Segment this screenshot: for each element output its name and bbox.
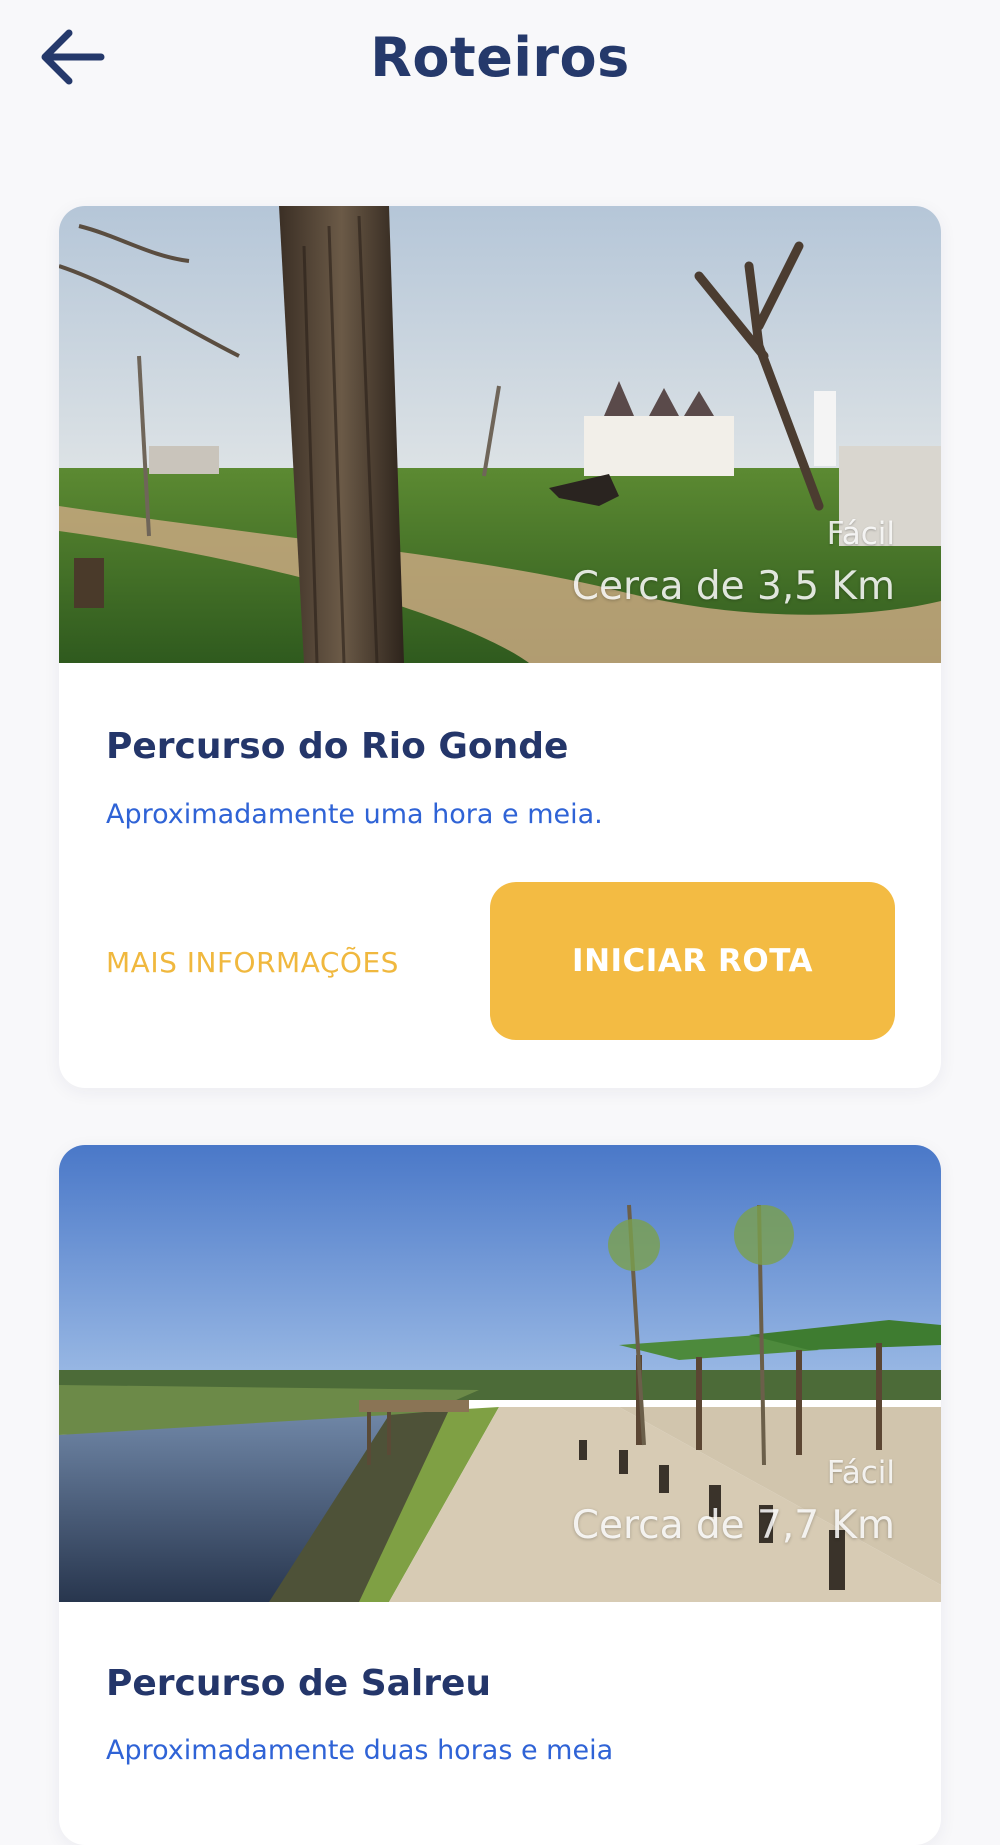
- route-photo: Fácil Cerca de 3,5 Km: [59, 206, 941, 663]
- route-title: Percurso de Salreu: [106, 1663, 492, 1704]
- route-duration: Aproximadamente uma hora e meia.: [106, 799, 603, 830]
- difficulty-label: Fácil: [826, 1455, 895, 1491]
- page-title: Roteiros: [370, 26, 630, 89]
- distance-label: Cerca de 7,7 Km: [571, 1503, 895, 1548]
- start-route-button[interactable]: INICIAR ROTA: [490, 882, 895, 1040]
- route-photo: Fácil Cerca de 7,7 Km: [59, 1145, 941, 1602]
- difficulty-label: Fácil: [826, 516, 895, 552]
- app-header: Roteiros: [0, 0, 1000, 130]
- route-title: Percurso do Rio Gonde: [106, 726, 569, 767]
- route-card[interactable]: Fácil Cerca de 3,5 Km Percurso do Rio Go…: [59, 206, 941, 1088]
- route-duration: Aproximadamente duas horas e meia: [106, 1735, 614, 1766]
- distance-label: Cerca de 3,5 Km: [571, 564, 895, 609]
- route-card[interactable]: Fácil Cerca de 7,7 Km Percurso de Salreu…: [59, 1145, 941, 1845]
- more-info-link[interactable]: MAIS INFORMAÇÕES: [106, 946, 399, 979]
